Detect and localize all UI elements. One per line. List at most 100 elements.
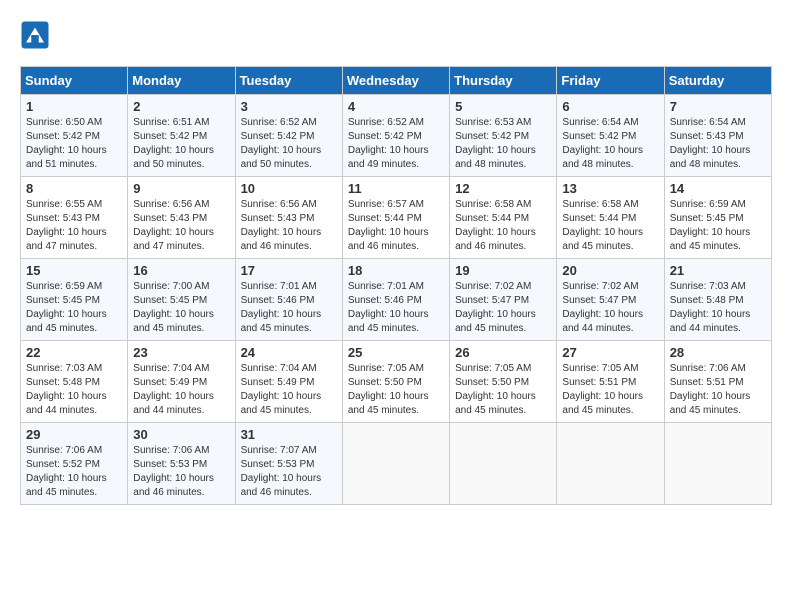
day-detail: Sunrise: 6:50 AMSunset: 5:42 PMDaylight:… <box>26 116 122 172</box>
day-cell <box>664 423 771 505</box>
day-cell: 8 Sunrise: 6:55 AMSunset: 5:43 PMDaylight… <box>21 177 128 259</box>
day-number: 11 <box>348 181 444 196</box>
day-number: 24 <box>241 345 337 360</box>
day-number: 9 <box>133 181 229 196</box>
day-detail: Sunrise: 6:54 AMSunset: 5:43 PMDaylight:… <box>670 116 766 172</box>
day-cell: 25 Sunrise: 7:05 AMSunset: 5:50 PMDayligh… <box>342 341 449 423</box>
day-detail: Sunrise: 7:06 AMSunset: 5:53 PMDaylight:… <box>133 444 229 500</box>
day-cell: 3Sunrise: 6:52 AMSunset: 5:42 PMDaylight… <box>235 95 342 177</box>
day-number: 3 <box>241 99 337 114</box>
day-cell <box>342 423 449 505</box>
day-cell: 12 Sunrise: 6:58 AMSunset: 5:44 PMDayligh… <box>450 177 557 259</box>
day-cell: 26Sunrise: 7:05 AMSunset: 5:50 PMDayligh… <box>450 341 557 423</box>
week-row-3: 15 Sunrise: 6:59 AMSunset: 5:45 PMDayligh… <box>21 259 772 341</box>
day-number: 25 <box>348 345 444 360</box>
day-cell: 20 Sunrise: 7:02 AMSunset: 5:47 PMDayligh… <box>557 259 664 341</box>
day-cell: 29 Sunrise: 7:06 AMSunset: 5:52 PMDayligh… <box>21 423 128 505</box>
day-detail: Sunrise: 7:06 AMSunset: 5:52 PMDaylight:… <box>26 444 122 500</box>
week-row-5: 29 Sunrise: 7:06 AMSunset: 5:52 PMDayligh… <box>21 423 772 505</box>
page-header <box>20 20 772 50</box>
day-of-week-row: SundayMondayTuesdayWednesdayThursdayFrid… <box>21 67 772 95</box>
day-detail: Sunrise: 7:01 AMSunset: 5:46 PMDaylight:… <box>348 280 444 336</box>
day-detail: Sunrise: 6:58 AMSunset: 5:44 PMDaylight:… <box>455 198 551 254</box>
day-number: 8 <box>26 181 122 196</box>
calendar: SundayMondayTuesdayWednesdayThursdayFrid… <box>20 66 772 505</box>
week-row-1: 1 Sunrise: 6:50 AMSunset: 5:42 PMDaylight… <box>21 95 772 177</box>
day-cell: 1 Sunrise: 6:50 AMSunset: 5:42 PMDaylight… <box>21 95 128 177</box>
day-detail: Sunrise: 7:07 AMSunset: 5:53 PMDaylight:… <box>241 444 337 500</box>
day-detail: Sunrise: 7:01 AMSunset: 5:46 PMDaylight:… <box>241 280 337 336</box>
day-detail: Sunrise: 6:57 AMSunset: 5:44 PMDaylight:… <box>348 198 444 254</box>
day-cell: 23Sunrise: 7:04 AMSunset: 5:49 PMDayligh… <box>128 341 235 423</box>
day-cell <box>450 423 557 505</box>
day-cell: 10 Sunrise: 6:56 AMSunset: 5:43 PMDayligh… <box>235 177 342 259</box>
day-detail: Sunrise: 7:05 AMSunset: 5:50 PMDaylight:… <box>455 362 551 418</box>
day-detail: Sunrise: 6:53 AMSunset: 5:42 PMDaylight:… <box>455 116 551 172</box>
day-number: 23 <box>133 345 229 360</box>
day-number: 6 <box>562 99 658 114</box>
col-header-wednesday: Wednesday <box>342 67 449 95</box>
day-detail: Sunrise: 7:04 AMSunset: 5:49 PMDaylight:… <box>241 362 337 418</box>
day-cell: 7 Sunrise: 6:54 AMSunset: 5:43 PMDaylight… <box>664 95 771 177</box>
day-detail: Sunrise: 7:03 AMSunset: 5:48 PMDaylight:… <box>26 362 122 418</box>
day-number: 10 <box>241 181 337 196</box>
logo-icon <box>20 20 50 50</box>
day-number: 20 <box>562 263 658 278</box>
day-cell: 14 Sunrise: 6:59 AMSunset: 5:45 PMDayligh… <box>664 177 771 259</box>
day-number: 15 <box>26 263 122 278</box>
day-detail: Sunrise: 6:59 AMSunset: 5:45 PMDaylight:… <box>670 198 766 254</box>
day-number: 4 <box>348 99 444 114</box>
day-number: 18 <box>348 263 444 278</box>
day-cell: 9 Sunrise: 6:56 AMSunset: 5:43 PMDaylight… <box>128 177 235 259</box>
day-cell: 2 Sunrise: 6:51 AMSunset: 5:42 PMDaylight… <box>128 95 235 177</box>
day-number: 28 <box>670 345 766 360</box>
day-number: 16 <box>133 263 229 278</box>
day-detail: Sunrise: 6:52 AMSunset: 5:42 PMDaylight:… <box>348 116 444 172</box>
day-detail: Sunrise: 6:58 AMSunset: 5:44 PMDaylight:… <box>562 198 658 254</box>
day-number: 2 <box>133 99 229 114</box>
logo <box>20 20 54 50</box>
day-detail: Sunrise: 7:02 AMSunset: 5:47 PMDaylight:… <box>562 280 658 336</box>
col-header-thursday: Thursday <box>450 67 557 95</box>
day-cell: 11 Sunrise: 6:57 AMSunset: 5:44 PMDayligh… <box>342 177 449 259</box>
col-header-tuesday: Tuesday <box>235 67 342 95</box>
day-detail: Sunrise: 6:56 AMSunset: 5:43 PMDaylight:… <box>241 198 337 254</box>
day-cell: 16Sunrise: 7:00 AMSunset: 5:45 PMDayligh… <box>128 259 235 341</box>
day-number: 7 <box>670 99 766 114</box>
day-detail: Sunrise: 7:05 AMSunset: 5:51 PMDaylight:… <box>562 362 658 418</box>
day-number: 30 <box>133 427 229 442</box>
day-cell: 15 Sunrise: 6:59 AMSunset: 5:45 PMDayligh… <box>21 259 128 341</box>
day-cell: 31Sunrise: 7:07 AMSunset: 5:53 PMDayligh… <box>235 423 342 505</box>
day-number: 21 <box>670 263 766 278</box>
day-cell: 17 Sunrise: 7:01 AMSunset: 5:46 PMDayligh… <box>235 259 342 341</box>
day-number: 19 <box>455 263 551 278</box>
day-number: 17 <box>241 263 337 278</box>
day-number: 1 <box>26 99 122 114</box>
day-detail: Sunrise: 6:59 AMSunset: 5:45 PMDaylight:… <box>26 280 122 336</box>
day-number: 14 <box>670 181 766 196</box>
day-cell: 18 Sunrise: 7:01 AMSunset: 5:46 PMDayligh… <box>342 259 449 341</box>
day-cell: 22 Sunrise: 7:03 AMSunset: 5:48 PMDayligh… <box>21 341 128 423</box>
day-detail: Sunrise: 6:55 AMSunset: 5:43 PMDaylight:… <box>26 198 122 254</box>
week-row-4: 22 Sunrise: 7:03 AMSunset: 5:48 PMDayligh… <box>21 341 772 423</box>
day-cell: 19Sunrise: 7:02 AMSunset: 5:47 PMDayligh… <box>450 259 557 341</box>
day-detail: Sunrise: 7:05 AMSunset: 5:50 PMDaylight:… <box>348 362 444 418</box>
day-cell: 24 Sunrise: 7:04 AMSunset: 5:49 PMDayligh… <box>235 341 342 423</box>
day-detail: Sunrise: 6:54 AMSunset: 5:42 PMDaylight:… <box>562 116 658 172</box>
day-cell: 27 Sunrise: 7:05 AMSunset: 5:51 PMDayligh… <box>557 341 664 423</box>
week-row-2: 8 Sunrise: 6:55 AMSunset: 5:43 PMDaylight… <box>21 177 772 259</box>
day-detail: Sunrise: 6:56 AMSunset: 5:43 PMDaylight:… <box>133 198 229 254</box>
day-number: 12 <box>455 181 551 196</box>
day-number: 5 <box>455 99 551 114</box>
day-number: 22 <box>26 345 122 360</box>
col-header-saturday: Saturday <box>664 67 771 95</box>
day-detail: Sunrise: 7:06 AMSunset: 5:51 PMDaylight:… <box>670 362 766 418</box>
day-detail: Sunrise: 6:51 AMSunset: 5:42 PMDaylight:… <box>133 116 229 172</box>
day-number: 29 <box>26 427 122 442</box>
col-header-friday: Friday <box>557 67 664 95</box>
day-number: 27 <box>562 345 658 360</box>
day-cell: 6 Sunrise: 6:54 AMSunset: 5:42 PMDaylight… <box>557 95 664 177</box>
col-header-sunday: Sunday <box>21 67 128 95</box>
day-cell: 30 Sunrise: 7:06 AMSunset: 5:53 PMDayligh… <box>128 423 235 505</box>
day-cell: 21Sunrise: 7:03 AMSunset: 5:48 PMDayligh… <box>664 259 771 341</box>
